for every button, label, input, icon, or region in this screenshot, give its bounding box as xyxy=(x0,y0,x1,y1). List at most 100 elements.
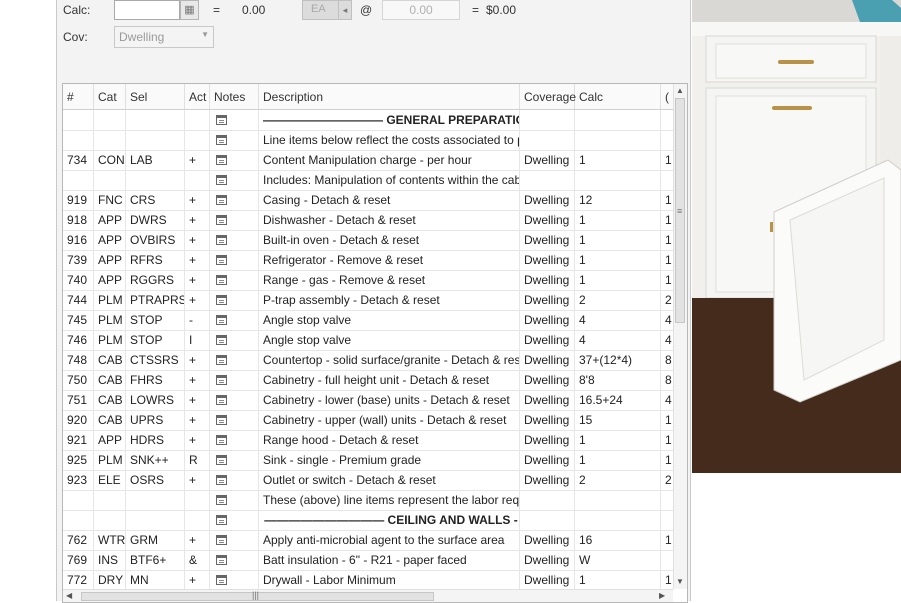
cell-notes[interactable] xyxy=(210,290,259,310)
cell-cat[interactable]: PLM xyxy=(94,450,126,470)
cell-cat[interactable] xyxy=(94,490,126,510)
cell-num[interactable]: 744 xyxy=(63,290,94,310)
cell-coverage[interactable] xyxy=(520,490,575,510)
cell-extra[interactable]: 4 xyxy=(661,330,673,350)
cell-calc[interactable] xyxy=(575,170,661,190)
table-row[interactable]: —————————— GENERAL PREPARATION xyxy=(63,110,673,131)
cell-calc[interactable]: 2 xyxy=(575,470,661,490)
table-row[interactable]: 748 CAB CTSSRS + Countertop - solid surface/… xyxy=(63,350,673,371)
cell-description[interactable]: P-trap assembly - Detach & reset xyxy=(259,290,520,310)
cell-calc[interactable]: 1 xyxy=(575,450,661,470)
cell-sel[interactable]: PTRAPRS xyxy=(126,290,185,310)
cell-num[interactable] xyxy=(63,170,94,190)
cell-notes[interactable] xyxy=(210,570,259,590)
cell-coverage[interactable]: Dwelling xyxy=(520,570,575,590)
chevron-right-icon[interactable]: ◂ xyxy=(338,1,351,19)
cell-coverage[interactable]: Dwelling xyxy=(520,370,575,390)
cell-sel[interactable]: FHRS xyxy=(126,370,185,390)
cell-sel[interactable]: STOP xyxy=(126,310,185,330)
cell-notes[interactable] xyxy=(210,470,259,490)
cell-coverage[interactable]: Dwelling xyxy=(520,310,575,330)
cell-act[interactable]: + xyxy=(185,370,210,390)
notes-icon[interactable] xyxy=(216,295,227,305)
cell-num[interactable]: 919 xyxy=(63,190,94,210)
cell-extra[interactable] xyxy=(661,130,673,150)
table-row[interactable]: —————————— CEILING AND WALLS - xyxy=(63,510,673,531)
cell-description[interactable]: Built-in oven - Detach & reset xyxy=(259,230,520,250)
cell-calc[interactable]: 1 xyxy=(575,210,661,230)
cell-description[interactable]: Countertop - solid surface/granite - Det… xyxy=(259,350,520,370)
cell-description[interactable]: Range hood - Detach & reset xyxy=(259,430,520,450)
cell-notes[interactable] xyxy=(210,350,259,370)
cell-act[interactable]: + xyxy=(185,530,210,550)
cell-cat[interactable] xyxy=(94,110,126,130)
cell-act[interactable]: + xyxy=(185,350,210,370)
cell-act[interactable]: + xyxy=(185,470,210,490)
cell-sel[interactable]: OSRS xyxy=(126,470,185,490)
cell-num[interactable]: 745 xyxy=(63,310,94,330)
cell-act[interactable]: + xyxy=(185,250,210,270)
cell-act[interactable]: I xyxy=(185,330,210,350)
cell-description[interactable]: Content Manipulation charge - per hour xyxy=(259,150,520,170)
cell-act[interactable]: + xyxy=(185,430,210,450)
cell-cat[interactable]: APP xyxy=(94,270,126,290)
cell-calc[interactable]: 1 xyxy=(575,250,661,270)
cell-description[interactable]: Casing - Detach & reset xyxy=(259,190,520,210)
cell-description[interactable]: Includes: Manipulation of contents withi… xyxy=(259,170,520,190)
cell-cat[interactable] xyxy=(94,510,126,530)
cell-sel[interactable] xyxy=(126,510,185,530)
cell-extra[interactable]: 8 xyxy=(661,350,673,370)
cell-description[interactable]: These (above) line items represent the l… xyxy=(259,490,520,510)
cell-sel[interactable]: GRM xyxy=(126,530,185,550)
cell-description[interactable]: Angle stop valve xyxy=(259,310,520,330)
table-row[interactable]: 739 APP RFRS + Refrigerator - Remove & reset… xyxy=(63,250,673,271)
table-row[interactable]: 772 DRY MN + Drywall - Labor Minimum Dwelling… xyxy=(63,570,673,591)
unit-select[interactable]: EA ◂ xyxy=(302,0,352,20)
cell-extra[interactable]: 1 xyxy=(661,230,673,250)
cell-coverage[interactable]: Dwelling xyxy=(520,550,575,570)
cell-notes[interactable] xyxy=(210,190,259,210)
vertical-scroll-thumb[interactable]: ≡ xyxy=(675,98,685,323)
col-header-description[interactable]: Description xyxy=(259,84,520,109)
cell-num[interactable] xyxy=(63,110,94,130)
cell-cat[interactable]: ELE xyxy=(94,470,126,490)
cell-coverage[interactable]: Dwelling xyxy=(520,210,575,230)
table-row[interactable]: 921 APP HDRS + Range hood - Detach & reset Dw… xyxy=(63,430,673,451)
cell-num[interactable]: 750 xyxy=(63,370,94,390)
scroll-down-icon[interactable]: ▼ xyxy=(676,577,684,586)
cell-num[interactable]: 746 xyxy=(63,330,94,350)
cell-num[interactable]: 923 xyxy=(63,470,94,490)
cell-sel[interactable]: DWRS xyxy=(126,210,185,230)
notes-icon[interactable] xyxy=(216,115,227,125)
cell-cat[interactable]: CON xyxy=(94,150,126,170)
cell-act[interactable]: + xyxy=(185,270,210,290)
cell-act[interactable] xyxy=(185,130,210,150)
cell-coverage[interactable]: Dwelling xyxy=(520,290,575,310)
cell-num[interactable]: 740 xyxy=(63,270,94,290)
cell-calc[interactable]: 16.5+24 xyxy=(575,390,661,410)
cell-calc[interactable]: 1 xyxy=(575,430,661,450)
cell-act[interactable]: + xyxy=(185,190,210,210)
cell-num[interactable]: 748 xyxy=(63,350,94,370)
cell-extra[interactable] xyxy=(661,170,673,190)
cell-extra[interactable]: 1 xyxy=(661,250,673,270)
cell-calc[interactable]: 15 xyxy=(575,410,661,430)
cell-calc[interactable]: 1 xyxy=(575,570,661,590)
notes-icon[interactable] xyxy=(216,235,227,245)
cell-act[interactable]: & xyxy=(185,550,210,570)
cell-sel[interactable]: RGGRS xyxy=(126,270,185,290)
cell-act[interactable]: - xyxy=(185,310,210,330)
cell-calc[interactable]: 8'8 xyxy=(575,370,661,390)
col-header-coverage[interactable]: Coverage xyxy=(520,84,576,109)
cell-calc[interactable]: 4 xyxy=(575,330,661,350)
cell-extra[interactable]: 4 xyxy=(661,390,673,410)
cell-cat[interactable]: APP xyxy=(94,250,126,270)
cell-description[interactable]: Outlet or switch - Detach & reset xyxy=(259,470,520,490)
horizontal-scroll-thumb[interactable]: ||| xyxy=(81,590,434,601)
cell-num[interactable] xyxy=(63,130,94,150)
cell-sel[interactable]: OVBIRS xyxy=(126,230,185,250)
cell-calc[interactable] xyxy=(575,130,661,150)
cell-act[interactable]: + xyxy=(185,210,210,230)
table-row[interactable]: 746 PLM STOP I Angle stop valve Dwelling 4 4 xyxy=(63,330,673,351)
notes-icon[interactable] xyxy=(216,435,227,445)
